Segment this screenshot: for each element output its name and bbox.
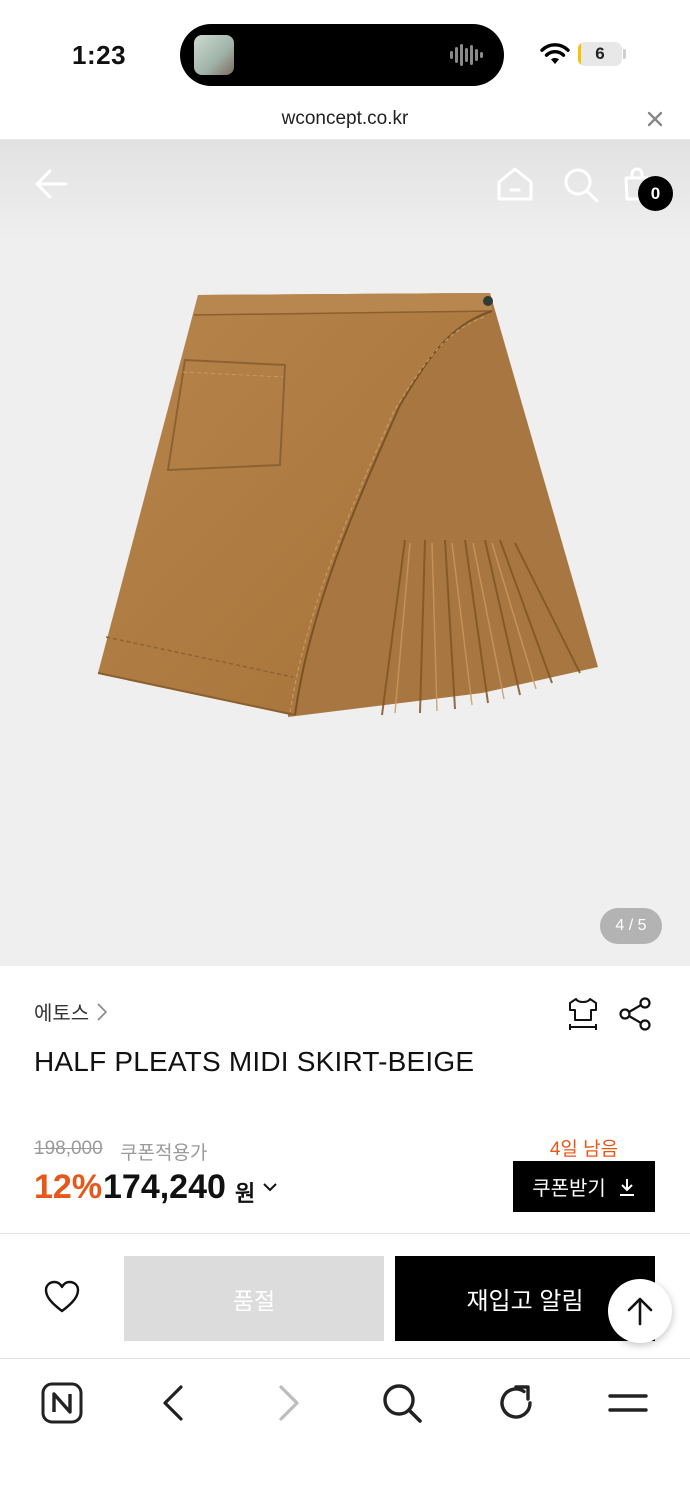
status-bar: 1:23 6	[0, 0, 690, 100]
sale-price[interactable]: 174,240	[103, 1168, 226, 1207]
currency-unit[interactable]: 원	[235, 1176, 255, 1208]
chevron-down-icon[interactable]	[262, 1180, 278, 1194]
sold-out-button: 품절	[124, 1256, 384, 1341]
heart-icon[interactable]	[44, 1280, 80, 1314]
now-playing-thumbnail	[194, 35, 234, 75]
coupon-days-left: 4일 남음	[549, 1139, 619, 1160]
browser-url-bar[interactable]: wconcept.co.kr	[0, 100, 690, 140]
discount-rate: 12%	[34, 1168, 103, 1206]
cart-count-badge[interactable]: 0	[638, 176, 673, 211]
brand-name[interactable]: 에토스	[34, 997, 89, 1026]
scroll-to-top-button[interactable]	[608, 1279, 672, 1343]
battery-cap	[623, 49, 626, 59]
arrow-left-icon[interactable]	[34, 168, 68, 200]
product-image	[97, 293, 598, 717]
product-image-gallery[interactable]: 0 4 / 5	[0, 140, 690, 966]
url-text[interactable]: wconcept.co.kr	[0, 108, 690, 130]
dynamic-island	[180, 24, 504, 86]
back-icon[interactable]	[152, 1381, 196, 1425]
wifi-icon	[540, 43, 570, 64]
chevron-right-icon	[97, 1002, 108, 1021]
product-title: HALF PLEATS MIDI SKIRT-BEIGE	[34, 1046, 475, 1077]
share-icon[interactable]	[617, 996, 653, 1032]
reload-icon[interactable]	[494, 1381, 538, 1425]
get-coupon-button[interactable]: 쿠폰받기	[513, 1161, 655, 1212]
image-counter: 4 / 5	[600, 908, 662, 944]
home-icon[interactable]	[496, 166, 534, 202]
original-price: 198,000	[34, 1138, 103, 1159]
arrow-up-icon	[627, 1297, 653, 1326]
size-guide-icon[interactable]	[565, 996, 601, 1032]
brand-link[interactable]: 에토스	[34, 997, 108, 1026]
forward-icon	[279, 1385, 299, 1421]
status-time: 1:23	[72, 40, 127, 70]
search-icon[interactable]	[562, 166, 600, 204]
get-coupon-label: 쿠폰받기	[532, 1178, 606, 1200]
close-icon[interactable]	[644, 108, 666, 130]
naver-icon[interactable]	[40, 1381, 84, 1425]
divider	[0, 1233, 690, 1234]
coupon-price-label: 쿠폰적용가	[120, 1143, 208, 1164]
battery-indicator: 6	[578, 42, 622, 66]
download-icon	[619, 1178, 634, 1196]
search-icon[interactable]	[380, 1381, 424, 1425]
battery-level: 6	[595, 44, 605, 63]
menu-icon[interactable]	[606, 1381, 650, 1425]
browser-toolbar	[0, 1358, 690, 1500]
audio-wave-icon	[450, 44, 483, 66]
